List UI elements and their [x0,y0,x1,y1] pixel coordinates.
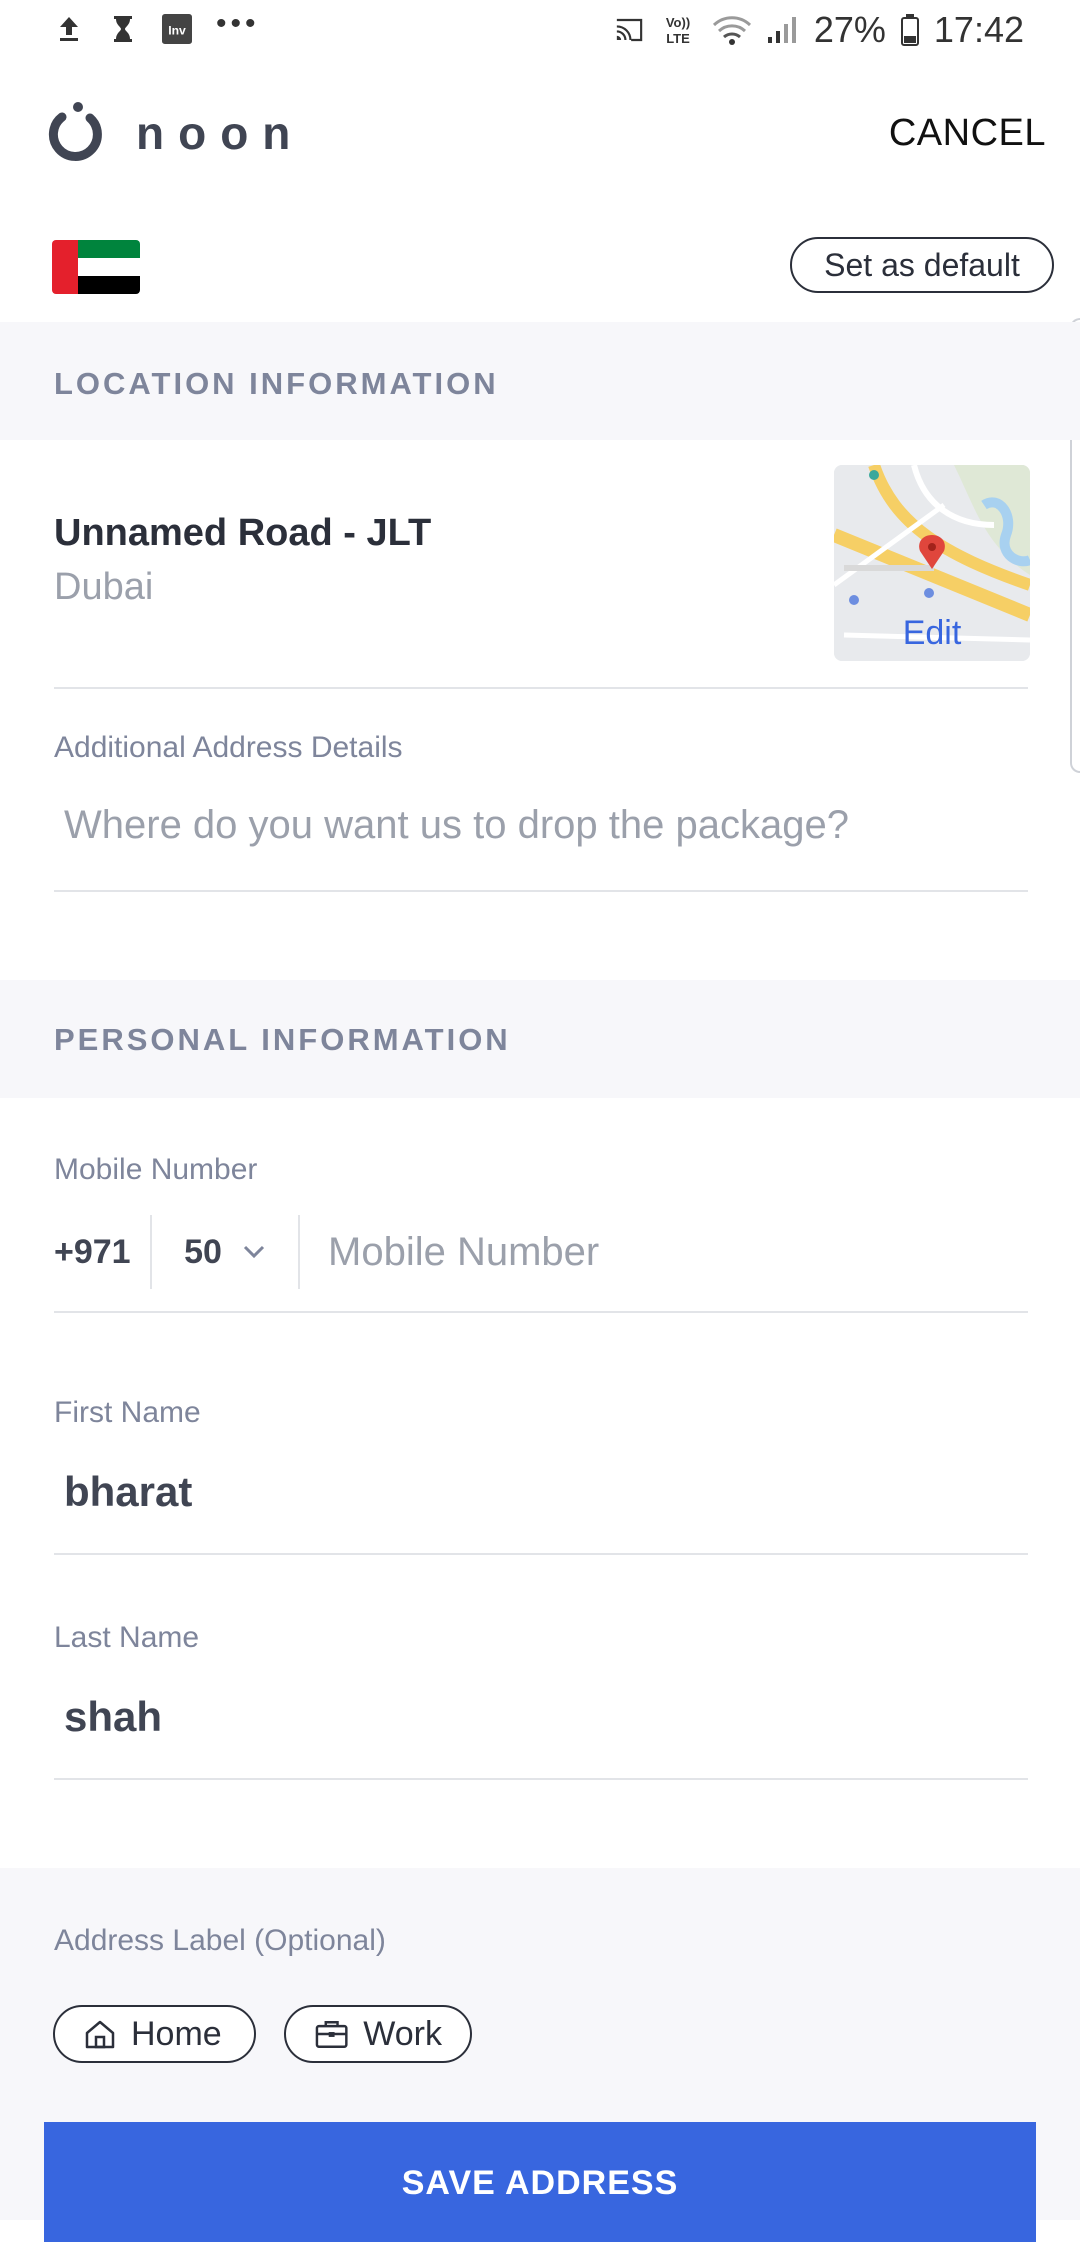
work-label-chip[interactable]: Work [284,2005,472,2063]
map-edit-link[interactable]: Edit [834,614,1030,653]
divider [54,890,1028,892]
address-street: Unnamed Road - JLT [54,512,432,554]
divider [54,687,1028,689]
cast-icon [614,15,644,45]
home-icon [85,2020,115,2049]
divider [54,1778,1028,1780]
uae-flag-icon[interactable] [52,240,140,294]
personal-section-header: PERSONAL INFORMATION [0,980,1080,1098]
home-label-chip[interactable]: Home [53,2005,256,2063]
first-name-input[interactable]: bharat [64,1468,192,1516]
country-code: +971 [54,1232,131,1271]
set-default-button[interactable]: Set as default [790,237,1054,293]
wifi-icon [712,15,752,45]
personal-section-title: PERSONAL INFORMATION [54,1022,511,1057]
upload-icon [54,14,84,44]
brand-name: noon [136,107,305,159]
hourglass-icon [108,14,138,44]
mobile-number-input[interactable]: Mobile Number [300,1230,599,1275]
divider [54,1311,1028,1313]
svg-text:Inv: Inv [168,24,186,38]
home-label-text: Home [131,2014,222,2053]
divider [54,1553,1028,1555]
last-name-label: Last Name [54,1621,200,1654]
briefcase-icon [315,2021,348,2048]
mobile-prefix-select[interactable]: 50 [152,1233,298,1272]
last-name-input[interactable]: shah [64,1693,162,1741]
noon-logo: noon [46,100,304,166]
battery-percent: 27% [813,9,886,50]
save-address-button[interactable]: SAVE ADDRESS [44,2122,1036,2242]
chevron-down-icon [243,1245,264,1259]
cancel-button[interactable]: CANCEL [889,112,1046,155]
additional-details-label: Additional Address Details [54,731,403,764]
status-bar: Inv ••• Vo)) LTE 27% 17:42 [0,0,1080,64]
first-name-label: First Name [54,1396,201,1429]
inv-app-icon: Inv [162,14,192,44]
svg-text:LTE: LTE [666,31,690,46]
mobile-prefix-value: 50 [184,1232,222,1271]
clock: 17:42 [933,9,1024,50]
signal-icon [766,15,800,45]
location-section-header: LOCATION INFORMATION [0,322,1080,440]
work-label-text: Work [363,2014,442,2053]
location-section-title: LOCATION INFORMATION [54,366,499,401]
more-dots-icon: ••• [216,7,260,40]
battery-icon [900,14,920,46]
map-thumbnail[interactable]: Edit [834,465,1030,661]
address-city: Dubai [54,566,154,608]
additional-details-input[interactable]: Where do you want us to drop the package… [64,803,849,848]
svg-text:Vo)): Vo)) [666,15,690,30]
address-label-title: Address Label (Optional) [54,1924,386,1957]
volte-icon: Vo)) LTE [658,15,698,46]
mobile-number-row: +971 50 Mobile Number [54,1192,1028,1312]
mobile-number-label: Mobile Number [54,1153,258,1186]
noon-logo-icon [48,102,102,161]
